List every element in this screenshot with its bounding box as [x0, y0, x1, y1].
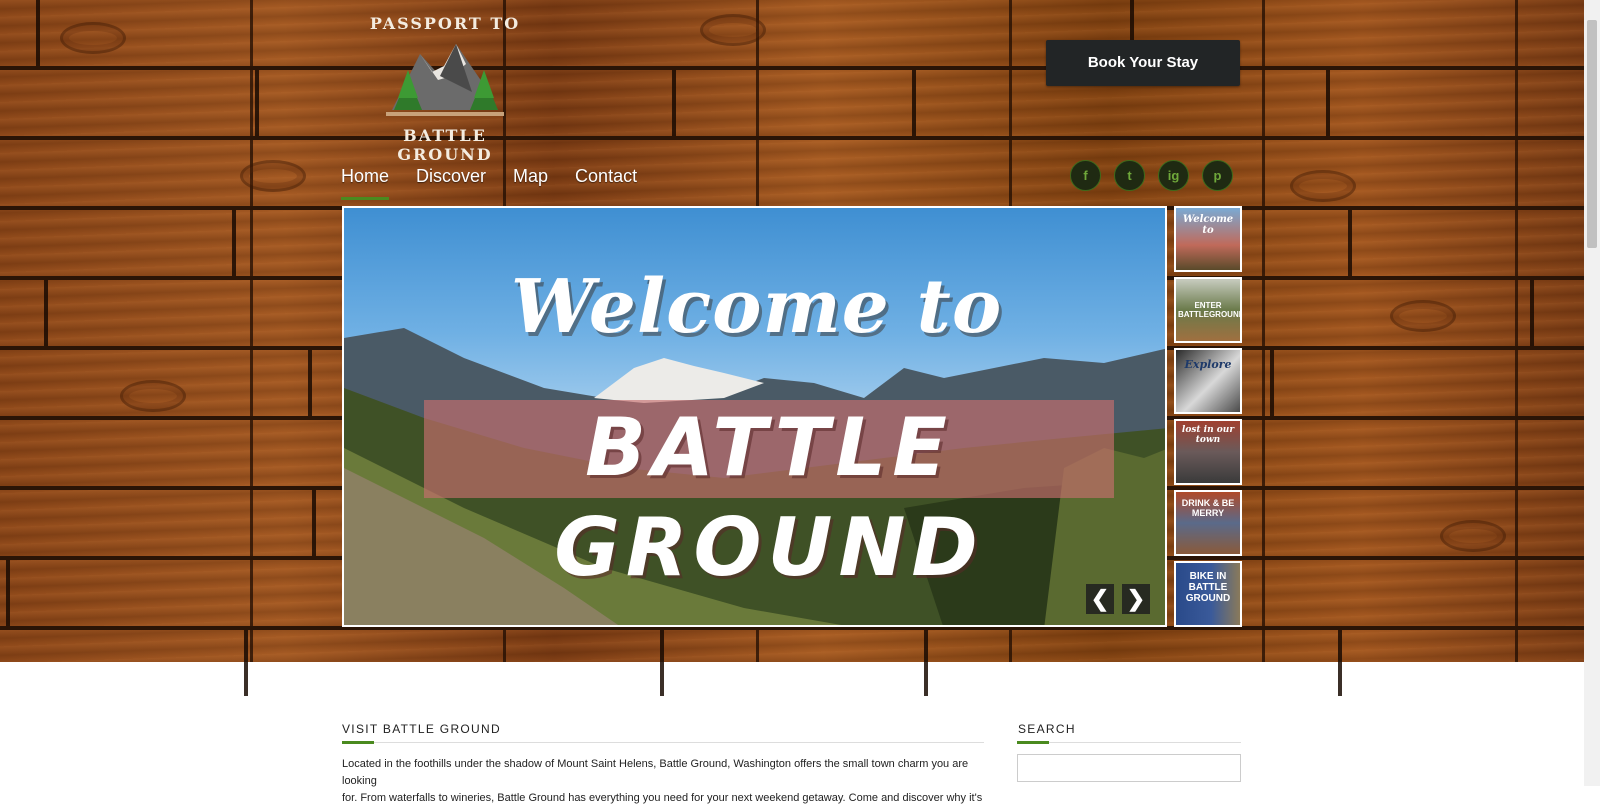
- slide-welcome-text: Welcome to: [510, 264, 1003, 350]
- intro-line-2: for. From waterfalls to wineries, Battle…: [342, 792, 983, 804]
- wood-knot: [240, 160, 306, 192]
- book-your-stay-button[interactable]: Book Your Stay: [1046, 40, 1240, 86]
- instagram-icon[interactable]: ig: [1158, 160, 1189, 191]
- plank-seam: [308, 350, 312, 416]
- site-logo[interactable]: PASSPORT TO BATTLE GROUND: [352, 14, 538, 164]
- hero-slider[interactable]: Welcome to BATTLE GROUND ❮ ❯: [342, 206, 1167, 627]
- search-divider: [1017, 742, 1241, 743]
- plank-seam: [232, 210, 236, 276]
- plank-seam: [1348, 210, 1352, 276]
- nav-item-map[interactable]: Map: [513, 166, 548, 200]
- thumbnail-label: ENTER BATTLEGROUND: [1178, 301, 1242, 319]
- plank-seam: [312, 490, 316, 556]
- mountain-logo-icon: [386, 44, 504, 116]
- thumbnail-label: DRINK & BE MERRY: [1181, 498, 1235, 518]
- twitter-icon[interactable]: t: [1114, 160, 1145, 191]
- facebook-icon[interactable]: f: [1070, 160, 1101, 191]
- thumbnail-label: Explore: [1184, 358, 1232, 371]
- plank-seam: [672, 70, 676, 136]
- nav-item-discover[interactable]: Discover: [416, 166, 486, 200]
- thumbnail-label: BIKE IN BATTLE GROUND: [1185, 571, 1231, 604]
- thumbnail-label: lost in our town: [1181, 425, 1235, 445]
- plank-seam: [1530, 280, 1534, 346]
- intro-paragraph: Located in the foothills under the shado…: [342, 756, 987, 807]
- plank-seam: [36, 0, 40, 66]
- chevron-left-icon[interactable]: ❮: [1086, 584, 1114, 614]
- search-title: SEARCH: [1018, 722, 1076, 736]
- plank-seam: [912, 70, 916, 136]
- nav-item-home[interactable]: Home: [341, 166, 390, 200]
- thumbnail-4[interactable]: lost in our town: [1174, 419, 1242, 485]
- plank-seam: [244, 630, 248, 696]
- nav-item-contact[interactable]: Contact: [575, 166, 637, 200]
- wood-knot: [700, 14, 766, 46]
- wood-knot: [120, 380, 186, 412]
- search-divider-accent: [1017, 741, 1049, 744]
- plank-seam: [660, 630, 664, 696]
- chevron-right-icon[interactable]: ❯: [1122, 584, 1150, 614]
- plank-seam: [1326, 70, 1330, 136]
- thumbnail-6[interactable]: BIKE IN BATTLE GROUND: [1174, 561, 1242, 627]
- wood-knot: [60, 22, 126, 54]
- logo-top-text: PASSPORT TO: [369, 14, 521, 33]
- logo-bottom-text: BATTLE GROUND: [397, 126, 493, 164]
- thumbnail-3[interactable]: Explore: [1174, 348, 1242, 414]
- plank-seam: [1270, 350, 1274, 416]
- thumbnail-2[interactable]: ENTER BATTLEGROUND: [1174, 277, 1242, 343]
- slide-title-text: BATTLE GROUND: [554, 401, 984, 594]
- plank-seam: [44, 280, 48, 346]
- plank-seam: [6, 560, 10, 626]
- page-scrollbar[interactable]: [1584, 0, 1600, 786]
- thumbnail-label: Welcome to: [1182, 214, 1234, 236]
- section-divider-accent: [342, 741, 374, 744]
- wood-knot: [1390, 300, 1456, 332]
- wood-knot: [1290, 170, 1356, 202]
- slider-thumbnails: Welcome to ENTER BATTLEGROUND Explore lo…: [1174, 206, 1242, 632]
- thumbnail-5[interactable]: DRINK & BE MERRY: [1174, 490, 1242, 556]
- search-input[interactable]: [1017, 754, 1241, 782]
- main-nav: Home Discover Map Contact: [341, 166, 664, 200]
- pinterest-icon[interactable]: p: [1202, 160, 1233, 191]
- section-divider: [342, 742, 984, 743]
- intro-line-1: Located in the foothills under the shado…: [342, 758, 969, 787]
- plank-seam: [1338, 630, 1342, 696]
- thumbnail-1[interactable]: Welcome to: [1174, 206, 1242, 272]
- section-title: VISIT BATTLE GROUND: [342, 722, 501, 736]
- scrollbar-thumb[interactable]: [1587, 20, 1597, 248]
- plank-seam: [924, 630, 928, 696]
- wood-knot: [1440, 520, 1506, 552]
- plank-seam: [255, 70, 259, 136]
- social-links: f t ig p: [1070, 160, 1233, 191]
